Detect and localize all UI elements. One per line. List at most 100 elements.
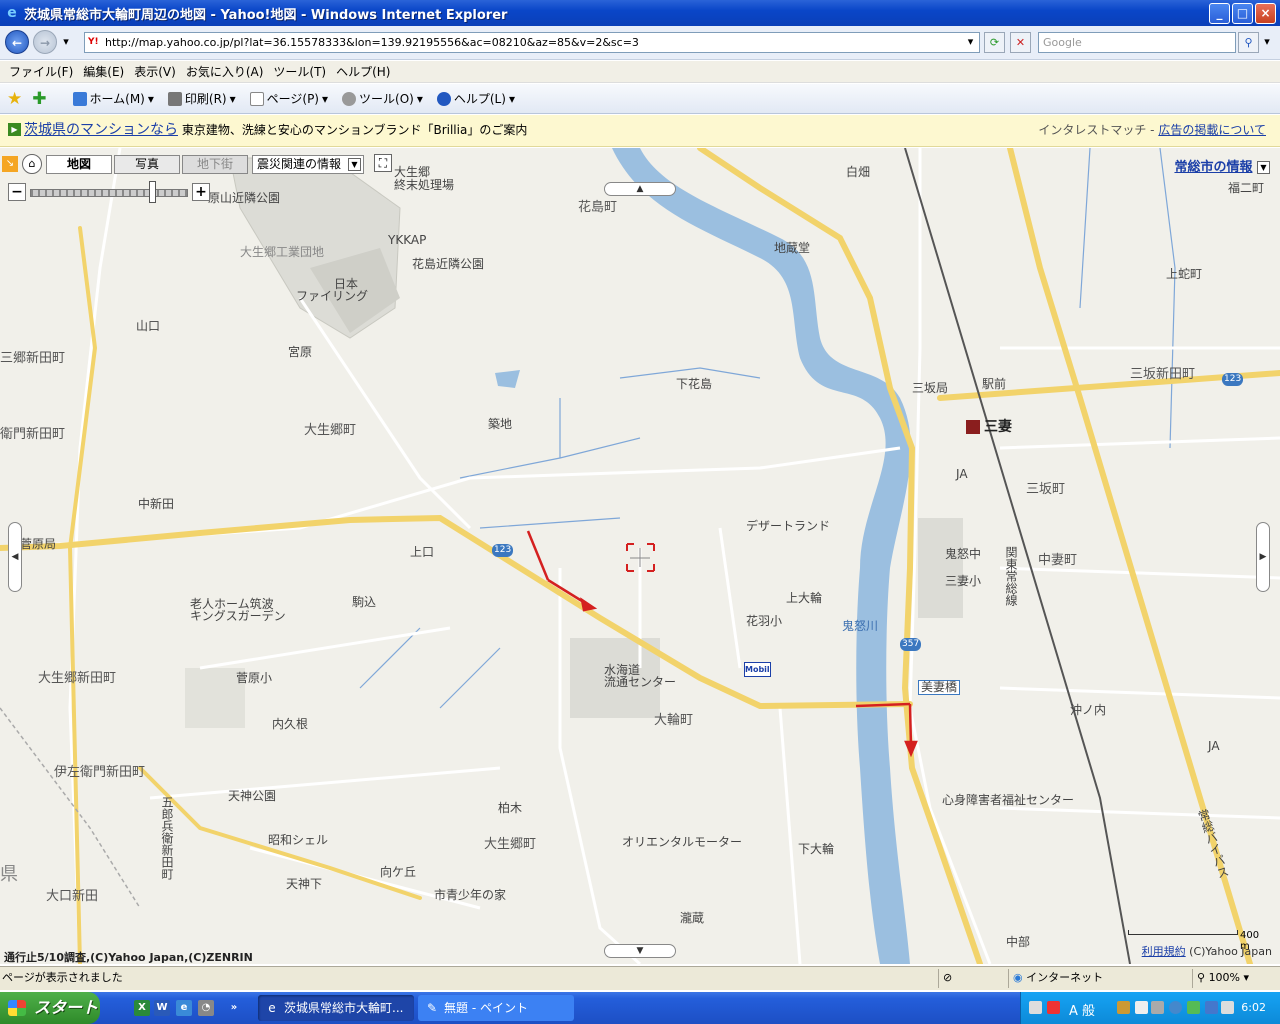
tray-network-icon[interactable]	[1187, 1001, 1200, 1014]
label-yamaguchi: 山口	[136, 319, 161, 333]
label-kashiwagi: 柏木	[498, 801, 523, 815]
label-filing: ファイリング	[296, 289, 369, 303]
ad-right-sep: -	[1150, 123, 1155, 137]
label-fukuni: 福二町	[1228, 181, 1265, 195]
ime-indicator[interactable]: A 般	[1069, 1000, 1095, 1019]
zoom-in-button[interactable]: +	[192, 183, 210, 201]
label-mitsuma-bridge: 美妻橋	[918, 680, 961, 695]
label-shirahata: 白畑	[846, 165, 871, 179]
word-icon[interactable]: W	[154, 1000, 170, 1016]
home-map-icon[interactable]: ⌂	[22, 154, 42, 174]
ie-task-icon: e	[268, 1001, 276, 1015]
home-button[interactable]: ホーム(M) ▾	[72, 90, 154, 107]
zoom-out-button[interactable]: −	[8, 183, 26, 201]
refresh-icon[interactable]: ⟳	[984, 32, 1005, 53]
city-info-dropdown-icon[interactable]: ▼	[1257, 161, 1270, 174]
status-bar: ページが表示されました ⊘ ◉ インターネット ⚲ 100% ▾	[0, 966, 1280, 990]
ie-quick-icon[interactable]: e	[176, 1000, 192, 1016]
city-info-link[interactable]: 常総市の情報	[1174, 160, 1252, 175]
security-zone[interactable]: ◉ インターネット	[1008, 969, 1190, 988]
zone-label: インターネット	[1026, 971, 1104, 984]
station-marker	[966, 420, 980, 434]
gear-icon	[342, 91, 357, 106]
zoom-level[interactable]: ⚲ 100% ▾	[1192, 969, 1280, 988]
tab-photo[interactable]: 写真	[114, 155, 180, 174]
label-desert-land: デザートランド	[746, 519, 831, 533]
print-button[interactable]: 印刷(R) ▾	[167, 90, 236, 107]
pan-right-button[interactable]: ▶	[1256, 522, 1270, 592]
back-button[interactable]: ←	[5, 30, 29, 54]
label-ja2: JA	[1208, 739, 1220, 753]
zoom-slider-handle[interactable]	[149, 181, 156, 203]
excel-icon[interactable]: X	[134, 1000, 150, 1016]
keyboard-icon[interactable]	[1029, 1001, 1042, 1014]
help-button[interactable]: ヘルプ(L) ▾	[436, 90, 515, 107]
pan-down-button[interactable]: ▼	[604, 944, 676, 958]
search-input[interactable]: Google	[1038, 32, 1236, 53]
page-button[interactable]: ページ(P) ▾	[249, 90, 328, 107]
address-dropdown-icon[interactable]: ▾	[960, 32, 981, 53]
tray-security-icon[interactable]	[1205, 1001, 1218, 1014]
zoom-slider-track[interactable]	[30, 189, 188, 197]
minimize-button[interactable]: _	[1209, 3, 1230, 24]
windows-flag-icon	[8, 1000, 26, 1016]
stop-icon[interactable]: ✕	[1010, 32, 1031, 53]
search-options-icon[interactable]: ▾	[1260, 32, 1274, 53]
label-shinden-left: 三郷新田町	[0, 351, 66, 366]
label-hanashima: 花島町	[578, 200, 618, 215]
label-gorobei: 五郎兵衛新田町	[160, 796, 174, 880]
tray-arrow-icon[interactable]	[1169, 1001, 1182, 1014]
tab-underground[interactable]: 地下街	[182, 155, 248, 174]
ad-placement-link[interactable]: 広告の掲載について	[1158, 123, 1266, 137]
menu-favorites[interactable]: お気に入り(A)	[181, 63, 269, 80]
search-icon[interactable]: ⚲	[1238, 32, 1259, 53]
map-canvas[interactable]: 大生郷 終末処理場 原山近隣公園 YKKAP 花島近隣公園 大生郷工業団地 日本…	[0, 148, 1280, 964]
label-kamioowa: 上大輪	[786, 591, 823, 605]
forward-button[interactable]: →	[33, 30, 57, 54]
ad-link[interactable]: 茨城県のマンションなら	[24, 122, 178, 138]
paint-task-icon: ✎	[426, 1001, 438, 1015]
menu-file[interactable]: ファイル(F)	[4, 63, 78, 80]
more-quick-icon[interactable]: »	[226, 1000, 242, 1016]
fullscreen-icon[interactable]: ⛶	[374, 154, 392, 172]
add-favorite-icon[interactable]: ✚	[32, 89, 46, 109]
disaster-info-select[interactable]: 震災関連の情報 ▼	[252, 155, 364, 174]
menu-edit[interactable]: 編集(E)	[78, 63, 129, 80]
label-takikura: 瀧蔵	[680, 911, 705, 925]
menu-help[interactable]: ヘルプ(H)	[331, 63, 395, 80]
history-dropdown-icon[interactable]: ▾	[60, 32, 72, 53]
pan-up-button[interactable]: ▲	[604, 182, 676, 196]
menu-view[interactable]: 表示(V)	[129, 63, 181, 80]
tray-app-icon[interactable]	[1047, 1001, 1060, 1014]
pan-left-button[interactable]: ◀	[8, 522, 22, 592]
taskbar-item-paint-label: 無題 - ペイント	[444, 1001, 528, 1015]
label-shimohanashima: 下花島	[676, 377, 713, 391]
terms-link[interactable]: 利用規約	[1142, 945, 1186, 958]
dropdown-arrow-icon: ▼	[348, 158, 361, 171]
tray-ime-icon[interactable]	[1117, 1001, 1130, 1014]
app-quick-icon[interactable]: ◔	[198, 1000, 214, 1016]
label-ykkap: YKKAP	[388, 233, 427, 247]
favorites-star-icon[interactable]: ★	[7, 89, 22, 109]
menu-bar: ファイル(F) 編集(E) 表示(V) お気に入り(A) ツール(T) ヘルプ(…	[0, 61, 1280, 83]
magnifier-icon: ⚲	[1197, 971, 1206, 984]
menu-tools[interactable]: ツール(T)	[268, 63, 331, 80]
taskbar-item-paint[interactable]: ✎ 無題 - ペイント	[418, 995, 574, 1021]
taskbar-item-ie[interactable]: e 茨城県常総市大輪町...	[258, 995, 414, 1021]
address-input[interactable]: Y! http://map.yahoo.co.jp/pl?lat=36.1557…	[84, 32, 980, 53]
expand-arrow-icon[interactable]: ↘	[2, 156, 18, 172]
tray-doc-icon[interactable]	[1135, 1001, 1148, 1014]
address-url: http://map.yahoo.co.jp/pl?lat=36.1557833…	[105, 36, 639, 49]
tools-button[interactable]: ツール(O) ▾	[342, 90, 423, 107]
tray-volume-icon[interactable]	[1221, 1001, 1234, 1014]
tray-printer-icon[interactable]	[1151, 1001, 1164, 1014]
close-button[interactable]: ×	[1255, 3, 1276, 24]
start-button[interactable]: スタート	[0, 992, 100, 1024]
maximize-button[interactable]: □	[1232, 3, 1253, 24]
label-hanashima-park: 花島近隣公園	[412, 257, 485, 271]
tab-map[interactable]: 地図	[46, 155, 112, 174]
privacy-icon[interactable]: ⊘	[938, 969, 1008, 988]
label-ooikugo-2: 大生郷町	[484, 837, 537, 852]
page-label: ページ(P)	[266, 92, 319, 106]
zoom-control: − +	[8, 181, 212, 203]
